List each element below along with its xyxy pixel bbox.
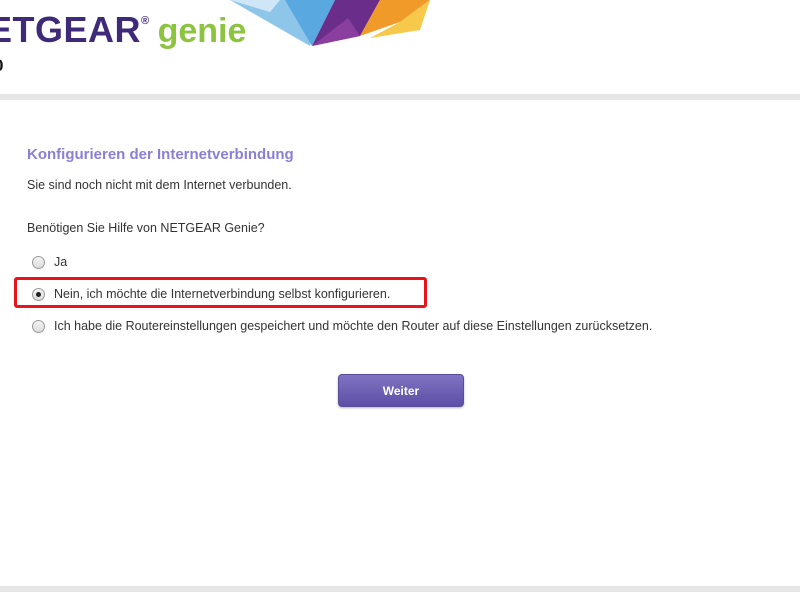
radio-ja[interactable] [32, 255, 45, 269]
option-restore-settings[interactable]: Ich habe die Routereinstellungen gespeic… [32, 319, 652, 333]
netgear-genie-logo: ETGEAR® genie [0, 8, 246, 52]
page-title: Konfigurieren der Internetverbindung [27, 146, 294, 163]
main-content: Konfigurieren der Internetverbindung Sie… [0, 100, 800, 586]
header-subtitle-fragment: 0 [0, 56, 3, 76]
option-label-ja: Ja [54, 255, 68, 269]
brand-name: ETGEAR [0, 9, 142, 50]
option-nein-selbst-konfigurieren[interactable]: Nein, ich möchte die Internetverbindung … [32, 287, 390, 301]
radio-restore[interactable] [32, 319, 45, 333]
radio-nein[interactable] [32, 287, 45, 301]
header: ETGEAR® genie 0 [0, 0, 800, 96]
footer-divider [0, 586, 800, 592]
option-label-nein: Nein, ich möchte die Internetverbindung … [54, 287, 391, 301]
help-question: Benötigen Sie Hilfe von NETGEAR Genie? [27, 221, 265, 235]
geometric-triangles-icon [230, 0, 430, 46]
option-ja[interactable]: Ja [32, 255, 67, 269]
next-button[interactable]: Weiter [338, 374, 464, 407]
registered-mark: ® [141, 15, 150, 27]
connection-status-text: Sie sind noch nicht mit dem Internet ver… [27, 178, 292, 192]
option-label-restore: Ich habe die Routereinstellungen gespeic… [54, 319, 653, 333]
